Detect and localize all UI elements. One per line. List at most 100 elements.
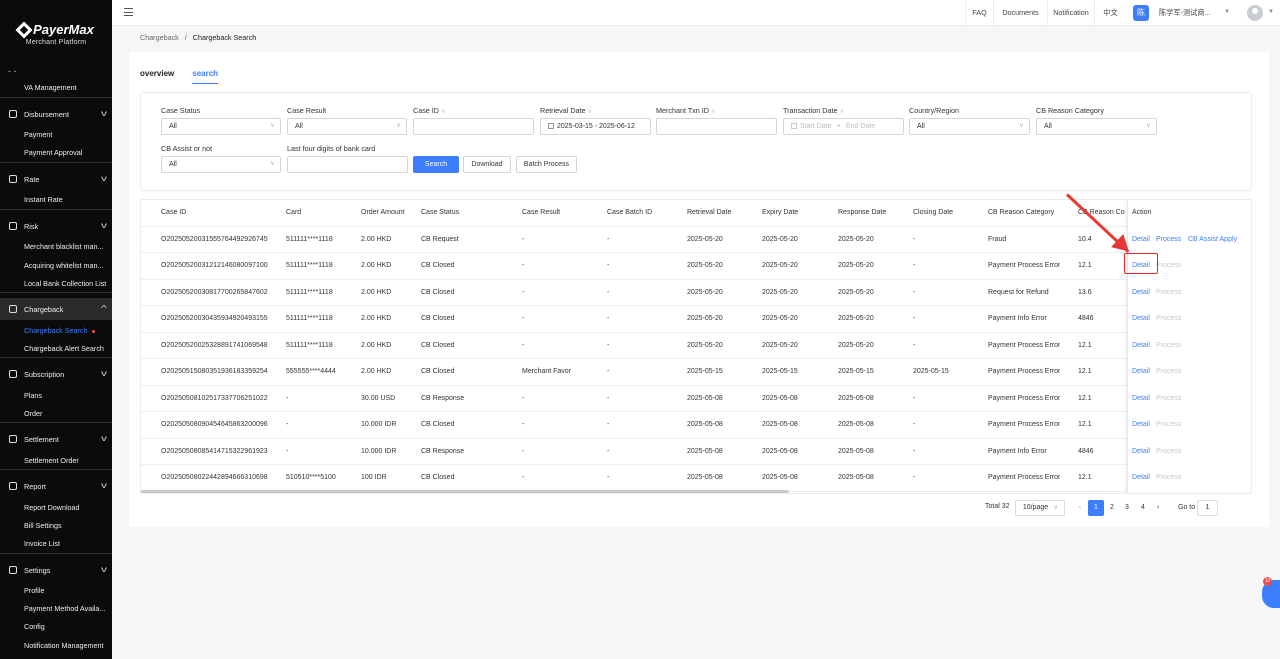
process-link[interactable]: Process: [1156, 386, 1181, 413]
sidebar-group-disbursement[interactable]: Disbursement v: [0, 103, 112, 125]
detail-link[interactable]: Detail: [1132, 465, 1150, 492]
detail-link[interactable]: Detail: [1132, 439, 1150, 466]
detail-link[interactable]: Detail: [1132, 280, 1150, 307]
merchant-txn-id-input[interactable]: [656, 118, 777, 135]
cell-cb-reason-code: 12.1: [1078, 368, 1092, 375]
sidebar-group-settlement[interactable]: Settlement v: [0, 428, 112, 450]
sidebar-item-settlement-order[interactable]: Settlement Order: [24, 456, 79, 465]
brand-logo[interactable]: PayerMax Merchant Platform: [0, 0, 112, 46]
page-1-button[interactable]: 1: [1088, 500, 1104, 516]
sidebar-item-merchant-blacklist[interactable]: Merchant blacklist man...: [24, 242, 104, 251]
chevron-down-icon: v: [397, 123, 400, 129]
cb-assist-select[interactable]: All v: [161, 156, 281, 173]
sidebar-group-rate[interactable]: Rate v: [0, 168, 112, 190]
case-id-input[interactable]: [413, 118, 534, 135]
sidebar-item-payment-approval[interactable]: Payment Approval: [24, 148, 82, 157]
detail-link[interactable]: Detail: [1132, 227, 1150, 254]
detail-link[interactable]: Detail: [1132, 333, 1150, 360]
last-four-input[interactable]: [287, 156, 408, 173]
sidebar-group-chargeback[interactable]: Chargeback ^: [0, 298, 112, 320]
sidebar-item-report-download[interactable]: Report Download: [24, 503, 80, 512]
page-3-button[interactable]: 3: [1119, 500, 1135, 516]
prev-page-button[interactable]: ‹: [1072, 500, 1088, 516]
search-button[interactable]: Search: [413, 156, 459, 173]
goto-page-input[interactable]: 1: [1197, 500, 1218, 516]
sidebar-item-acquiring-whitelist[interactable]: Acquiring whitelist man...: [24, 261, 104, 270]
process-link[interactable]: Process: [1156, 280, 1181, 307]
country-region-select[interactable]: All v: [909, 118, 1030, 135]
process-link[interactable]: Process: [1156, 359, 1181, 386]
sidebar-item-payment[interactable]: Payment: [24, 130, 52, 139]
cell-case-batch-id: -: [607, 368, 610, 375]
sidebar-item-local-bank-collection[interactable]: Local Bank Collection List: [24, 279, 106, 288]
tab-search[interactable]: search: [192, 69, 219, 84]
process-link[interactable]: Process: [1156, 227, 1181, 254]
process-link[interactable]: Process: [1156, 439, 1181, 466]
detail-link[interactable]: Detail: [1132, 386, 1150, 413]
page-size-select[interactable]: 10/page v: [1015, 500, 1065, 516]
download-button[interactable]: Download: [463, 156, 511, 173]
avatar[interactable]: [1247, 5, 1263, 21]
page-4-button[interactable]: 4: [1135, 500, 1151, 516]
retrieval-date-range[interactable]: 2025-03-15 - 2025-06-12: [540, 118, 651, 135]
documents-link[interactable]: Documents: [993, 0, 1047, 26]
next-page-button[interactable]: ›: [1150, 500, 1166, 516]
menu-toggle-icon[interactable]: [124, 8, 133, 16]
cell-cb-reason-category: Payment Process Error: [988, 368, 1061, 375]
batch-process-button[interactable]: Batch Process: [516, 156, 577, 173]
language-switch[interactable]: 中文: [1094, 0, 1126, 26]
process-link[interactable]: Process: [1156, 306, 1181, 333]
detail-link[interactable]: Detail: [1132, 306, 1150, 333]
chevron-down-icon[interactable]: v: [840, 109, 843, 115]
user-badge[interactable]: 陈: [1133, 5, 1149, 21]
sidebar-item-chargeback-search[interactable]: Chargeback Search: [24, 326, 95, 335]
caret-down-icon[interactable]: ▼: [1224, 9, 1230, 15]
chargeback-table: Case ID Card Order Amount Case Status Ca…: [140, 199, 1252, 494]
label-text: Transaction Date: [783, 106, 838, 115]
cell-card: 511111****1118: [286, 235, 333, 243]
process-link[interactable]: Process: [1156, 253, 1181, 280]
sidebar-item-order[interactable]: Order: [24, 409, 42, 418]
chevron-down-icon[interactable]: v: [589, 109, 592, 115]
breadcrumb-chargeback[interactable]: Chargeback: [140, 33, 179, 42]
cell-expiry-date: 2025-05-08: [762, 394, 798, 402]
process-link[interactable]: Process: [1156, 412, 1181, 439]
sidebar-item-config[interactable]: Config: [24, 622, 45, 631]
sidebar-item-invoice-list[interactable]: Invoice List: [24, 539, 60, 548]
case-status-select[interactable]: All v: [161, 118, 281, 135]
cell-case-id: O2025052002532889174106954​8: [161, 341, 268, 349]
process-link[interactable]: Process: [1156, 465, 1181, 492]
cell-cb-reason-code: 12.1: [1078, 474, 1092, 481]
notification-link[interactable]: Notification: [1047, 0, 1094, 26]
faq-link[interactable]: FAQ: [965, 0, 993, 26]
cell-expiry-date: 2025-05-08: [762, 421, 798, 428]
sidebar-item-chargeback-alert-search[interactable]: Chargeback Alert Search: [24, 344, 104, 353]
sidebar-item-notification-management[interactable]: Notification Management: [24, 641, 104, 650]
case-result-select[interactable]: All v: [287, 118, 407, 135]
page-2-button[interactable]: 2: [1104, 500, 1120, 516]
user-name[interactable]: 陈学军-测试商...: [1159, 0, 1211, 26]
process-link[interactable]: Process: [1156, 333, 1181, 360]
chevron-down-icon[interactable]: v: [442, 109, 445, 115]
sidebar-item-plans[interactable]: Plans: [24, 391, 42, 400]
sidebar-item-va-management[interactable]: VA Management: [24, 83, 77, 92]
cb-assist-apply-link[interactable]: CB Assist Apply: [1188, 227, 1237, 254]
sidebar-item-payment-method-availability[interactable]: Payment Method Availa...: [24, 604, 105, 613]
sidebar-item-bill-settings[interactable]: Bill Settings: [24, 521, 62, 530]
col-case-batch-id: Case Batch ID: [607, 209, 653, 216]
sidebar-item-instant-rate[interactable]: Instant Rate: [24, 195, 63, 204]
cb-reason-category-select[interactable]: All v: [1036, 118, 1157, 135]
detail-link[interactable]: Detail: [1132, 412, 1150, 439]
transaction-date-range[interactable]: Start Date - End Date: [783, 118, 904, 135]
chevron-down-icon[interactable]: v: [712, 109, 715, 115]
sidebar-group-subscription[interactable]: Subscription v: [0, 363, 112, 385]
sidebar-group-settings[interactable]: Settings v: [0, 559, 112, 581]
sidebar-group-report[interactable]: Report v: [0, 475, 112, 497]
sidebar-group-risk[interactable]: Risk v: [0, 215, 112, 237]
col-cb-reason-category: CB Reason Category: [988, 209, 1055, 216]
horizontal-scrollbar[interactable]: [141, 490, 789, 493]
tab-overview[interactable]: overview: [140, 69, 174, 84]
detail-link[interactable]: Detail: [1132, 359, 1150, 386]
sidebar-item-profile[interactable]: Profile: [24, 586, 44, 595]
caret-down-icon[interactable]: ▼: [1268, 9, 1274, 15]
